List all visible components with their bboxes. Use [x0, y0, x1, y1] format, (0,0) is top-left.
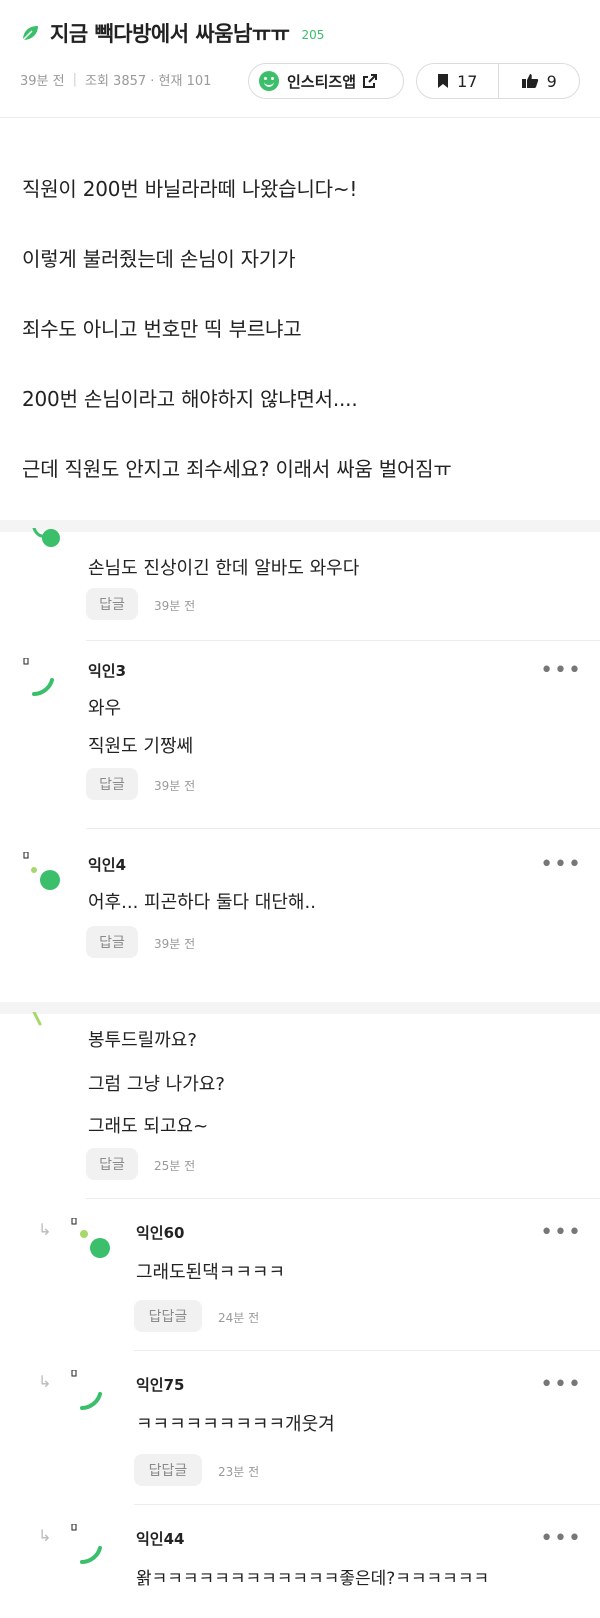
divider	[134, 1504, 600, 1505]
post-body: 직원이 200번 바닐라라떼 나왔습니다~! 이렇게 불러줬는데 손님이 자기가…	[0, 118, 600, 520]
more-options-icon[interactable]: •••	[540, 854, 582, 876]
comment-text: 와우	[88, 698, 122, 719]
comment-count-badge[interactable]: 205	[301, 28, 324, 42]
more-options-icon[interactable]: •••	[540, 1374, 582, 1396]
comment-time: 39분 전	[154, 599, 196, 613]
post-views: 조회 3857 · 현재 101	[85, 74, 212, 89]
divider	[134, 1350, 600, 1351]
divider	[86, 828, 600, 829]
leaf-icon	[22, 26, 38, 41]
post-header: 지금 빽다방에서 싸움남ㅠㅠ 205 39분 전 | 조회 3857 · 현재 …	[0, 0, 600, 118]
reply-button[interactable]: 답글	[86, 768, 138, 800]
reply-text: 왉ㅋㅋㅋㅋㅋㅋㅋㅋㅋㅋㅋㅋ좋은데?ㅋㅋㅋㅋㅋㅋ	[136, 1569, 490, 1589]
comment-text: 그럼 그냥 나가요?	[88, 1074, 225, 1095]
reply-arrow-icon: ↳	[38, 1372, 52, 1391]
more-options-icon[interactable]: •••	[540, 1222, 582, 1244]
body-line: 근데 직원도 안지고 죄수세요? 이래서 싸움 벌어짐ㅠ	[22, 457, 452, 481]
external-link-icon	[363, 74, 378, 88]
comment-time: 25분 전	[154, 1159, 196, 1173]
bookmark-icon	[438, 74, 449, 88]
divider	[86, 640, 600, 641]
like-count: 9	[546, 71, 557, 91]
avatar	[32, 1012, 42, 1026]
more-options-icon[interactable]: •••	[540, 660, 582, 682]
bookmark-button[interactable]: 17	[417, 64, 498, 98]
comment-list: 손님도 진상이긴 한데 알바도 와우다 답글 39분 전 익인3 ••• 와우 …	[0, 528, 600, 1002]
commenter-name: 익인60	[136, 1224, 185, 1242]
comment-text: 그래도 되고요~	[88, 1116, 209, 1137]
commenter-name: 익인3	[88, 662, 127, 680]
avatar	[32, 528, 60, 547]
reply-time: 24분 전	[218, 1311, 260, 1325]
like-button[interactable]: 9	[497, 64, 580, 98]
nested-reply-button[interactable]: 답답글	[134, 1454, 202, 1486]
body-line: 죄수도 아니고 번호만 띡 부르냐고	[22, 317, 302, 341]
reply-time: 23분 전	[218, 1465, 260, 1479]
post-meta: 39분 전 | 조회 3857 · 현재 101	[20, 70, 211, 89]
post-title: 지금 빽다방에서 싸움남ㅠㅠ	[50, 22, 290, 46]
reply-text: 그래도된댁ㅋㅋㅋㅋ	[136, 1262, 286, 1283]
body-line: 200번 손님이라고 해야하지 않냐면서....	[22, 387, 358, 411]
reply-button[interactable]: 답글	[86, 1148, 138, 1180]
instiz-app-label: 인스티즈앱	[287, 72, 357, 91]
comment-text: 어후... 피곤하다 둘다 대단해..	[88, 892, 316, 913]
comment-text: 직원도 기짱쎄	[88, 736, 194, 757]
more-options-icon[interactable]: •••	[540, 1528, 582, 1550]
smile-icon	[259, 71, 279, 91]
comment-text: 손님도 진상이긴 한데 알바도 와우다	[88, 558, 360, 579]
commenter-name: 익인75	[136, 1376, 185, 1394]
comment-text: 봉투드릴까요?	[88, 1030, 197, 1051]
avatar	[71, 1370, 102, 1410]
thumbs-up-icon	[521, 74, 538, 88]
reply-arrow-icon: ↳	[38, 1526, 52, 1545]
body-line: 직원이 200번 바닐라라떼 나왔습니다~!	[22, 177, 358, 201]
comment-time: 39분 전	[154, 937, 196, 951]
commenter-name: 익인4	[88, 856, 127, 874]
avatar	[71, 1218, 110, 1258]
reply-button[interactable]: 답글	[86, 926, 138, 958]
post-action-group: 17 9	[416, 63, 580, 99]
reply-text: ㅋㅋㅋㅋㅋㅋㅋㅋㅋ개웃겨	[136, 1414, 335, 1435]
comment-time: 39분 전	[154, 779, 196, 793]
meta-divider: |	[72, 72, 77, 87]
avatar	[23, 658, 54, 696]
bookmark-count: 17	[457, 71, 478, 91]
title-row: 지금 빽다방에서 싸움남ㅠㅠ 205	[20, 18, 324, 48]
body-line: 이렇게 불러줬는데 손님이 자기가	[22, 247, 296, 271]
instiz-app-button[interactable]: 인스티즈앱	[248, 63, 404, 99]
avatar	[23, 852, 60, 890]
post-time: 39분 전	[20, 74, 65, 89]
commenter-name: 익인44	[136, 1530, 185, 1548]
nested-reply-button[interactable]: 답답글	[134, 1300, 202, 1332]
divider	[86, 1198, 600, 1199]
avatar	[71, 1524, 102, 1564]
reply-arrow-icon: ↳	[38, 1220, 52, 1239]
comment-list: 봉투드릴까요? 그럼 그냥 나가요? 그래도 되고요~ 답글 25분 전 ↳ 익…	[0, 1012, 600, 1618]
reply-button[interactable]: 답글	[86, 588, 138, 620]
